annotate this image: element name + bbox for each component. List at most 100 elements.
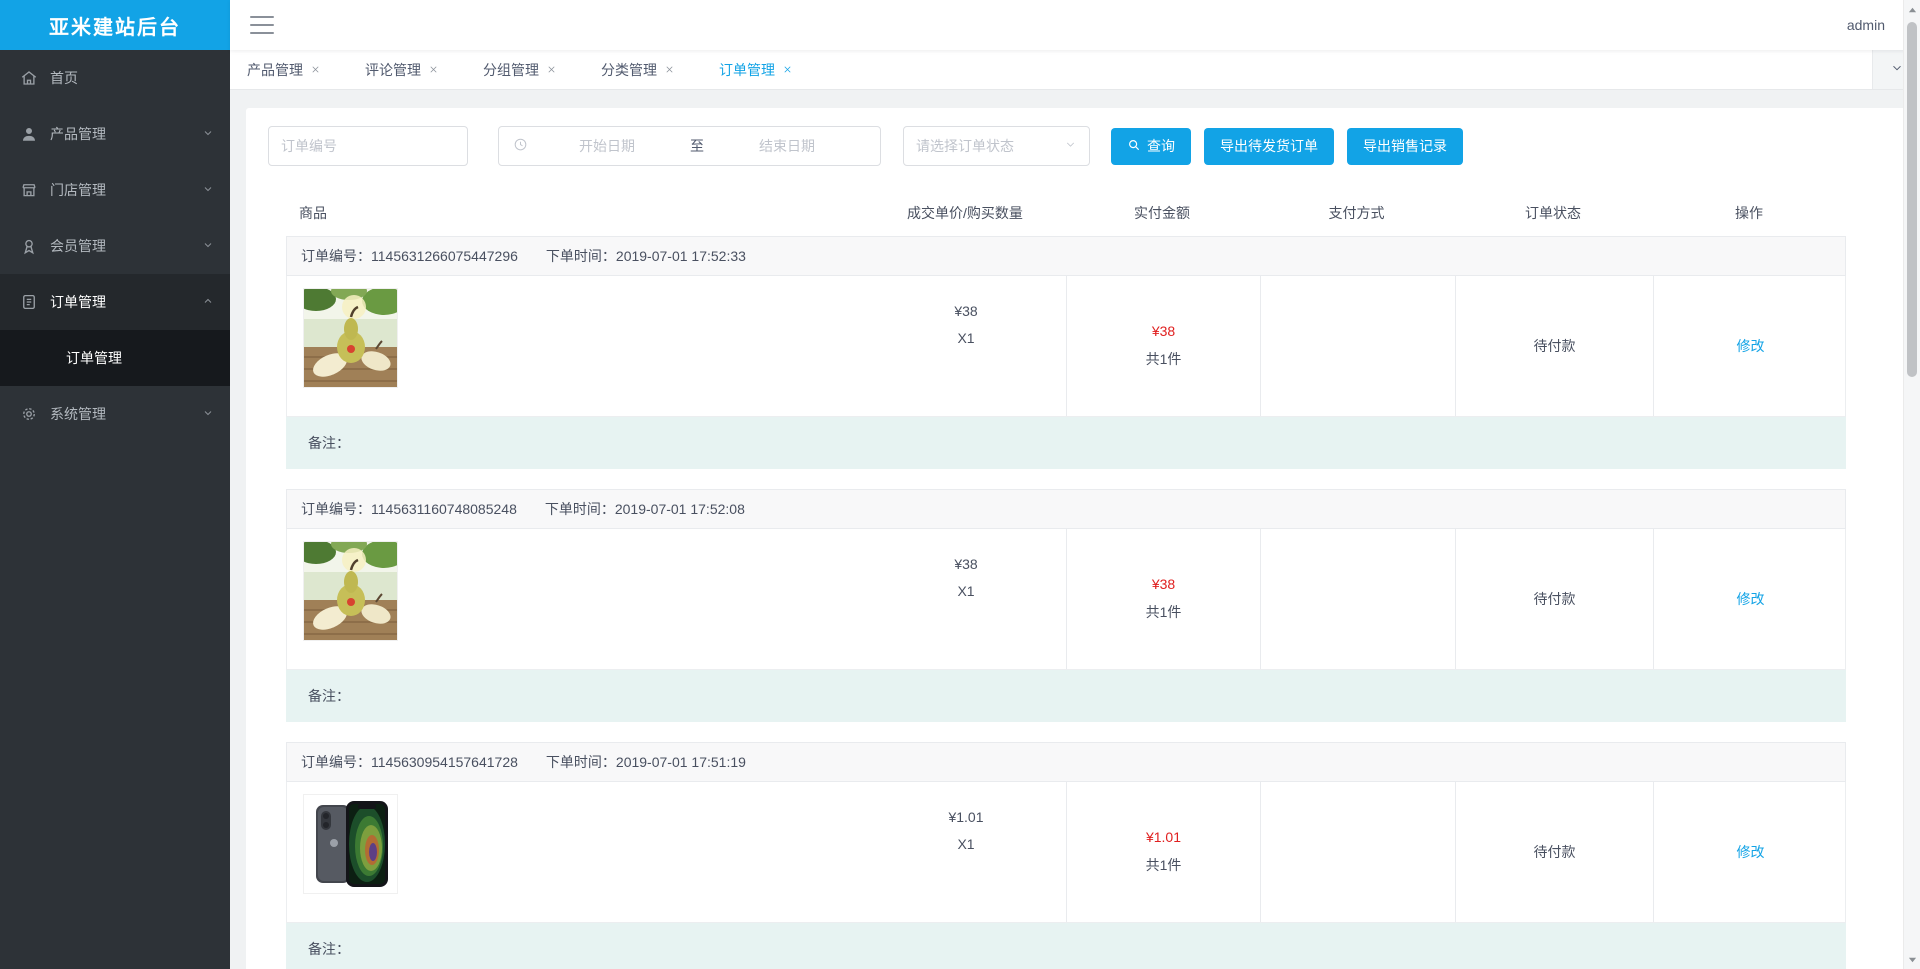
tab-label: 订单管理 [719,61,775,78]
order-group-header: 订单编号： 1145630954157641728 下单时间：2019-07-01… [286,742,1846,782]
scroll-up-icon[interactable] [1904,2,1920,18]
page-content: 开始日期 至 结束日期 请选择订单状态 查询 [230,90,1920,969]
sidebar-item-label: 订单管理 [50,294,106,310]
app-logo: 亚米建站后台 [0,0,230,50]
product-image-pear [303,541,398,641]
close-icon[interactable] [782,62,793,78]
scroll-down-icon[interactable] [1904,951,1920,967]
top-header: admin [230,0,1920,50]
col-header-unit-price-qty: 成交单价/购买数量 [907,205,1023,221]
search-icon [1127,138,1141,155]
tab-label: 分组管理 [483,61,539,78]
unit-price: ¥38 [954,303,978,319]
tab-label: 产品管理 [247,61,303,78]
tab-products[interactable]: 产品管理 [247,60,321,80]
end-date-field[interactable]: 结束日期 [708,136,866,156]
order-status-select[interactable]: 请选择订单状态 [903,126,1090,166]
scrollbar-thumb[interactable] [1907,22,1917,377]
close-icon[interactable] [428,62,439,78]
user-menu[interactable]: admin [1847,17,1885,33]
modify-link[interactable]: 修改 [1737,842,1765,862]
date-range-picker[interactable]: 开始日期 至 结束日期 [498,126,881,166]
select-placeholder: 请选择订单状态 [916,138,1014,154]
orders-table: 商品 成交单价/购买数量 实付金额 支付方式 订单状态 操作 订单编号： 1145… [286,190,1846,969]
tab-bar: 产品管理 评论管理 分组管理 分类管理 订单管理 [230,50,1920,90]
tab-label: 分类管理 [601,61,657,78]
order-row: ¥38 X1 ¥38 共1件 待付款 修改 [286,276,1846,417]
gear-icon [20,405,38,423]
date-separator: 至 [690,138,704,154]
sidebar-item-stores[interactable]: 门店管理 [0,162,230,218]
modify-link[interactable]: 修改 [1737,336,1765,356]
order-time-value: 2019-07-01 17:52:33 [615,248,746,264]
hamburger-icon[interactable] [250,16,274,34]
sidebar-item-members[interactable]: 会员管理 [0,218,230,274]
order-time-value: 2019-07-01 17:51:19 [615,754,746,770]
sidebar-item-products[interactable]: 产品管理 [0,106,230,162]
close-icon[interactable] [310,62,321,78]
order-block: 订单编号： 1145630954157641728 下单时间：2019-07-01… [286,742,1846,969]
order-time-label: 下单时间： [545,754,616,770]
close-icon[interactable] [664,62,675,78]
search-button[interactable]: 查询 [1111,127,1191,165]
col-header-product: 商品 [299,205,327,221]
product-image-pear [303,288,398,388]
total-pieces: 共1件 [1145,604,1182,620]
pay-method-cell [1260,529,1455,669]
order-no-value: 1145630954157641728 [371,754,518,770]
sidebar: 亚米建站后台 首页 产品管理 门店管理 会员管理 订单管理 订单管理 系统管理 [0,0,230,969]
order-status: 待付款 [1533,844,1576,860]
sidebar-item-system[interactable]: 系统管理 [0,386,230,442]
tab-comments[interactable]: 评论管理 [365,60,439,80]
tab-categories[interactable]: 分类管理 [601,60,675,80]
col-header-order-status: 订单状态 [1525,205,1581,221]
sidebar-item-label: 会员管理 [50,238,106,254]
export-pending-orders-button[interactable]: 导出待发货订单 [1204,127,1334,165]
modify-link[interactable]: 修改 [1737,589,1765,609]
col-header-action: 操作 [1735,205,1763,221]
order-row: ¥38 X1 ¥38 共1件 待付款 修改 [286,529,1846,670]
sidebar-item-orders[interactable]: 订单管理 [0,274,230,330]
order-icon [20,293,38,311]
sidebar-group-orders: 订单管理 订单管理 [0,274,230,386]
start-date-field[interactable]: 开始日期 [528,136,686,156]
chevron-up-icon [202,294,214,310]
orders-card: 开始日期 至 结束日期 请选择订单状态 查询 [246,108,1907,969]
order-no-value: 1145631160748085248 [371,501,517,517]
paid-amount: ¥38 [1151,576,1176,592]
sidebar-subitem-order-management[interactable]: 订单管理 [0,330,230,386]
paid-amount: ¥38 [1151,323,1176,339]
member-icon [20,237,38,255]
remark-row: 备注： [286,923,1846,969]
shop-icon [20,181,38,199]
col-header-paid-amount: 实付金额 [1134,205,1190,221]
order-time-value: 2019-07-01 17:52:08 [614,501,745,517]
export-sales-records-button[interactable]: 导出销售记录 [1347,127,1463,165]
sidebar-item-home[interactable]: 首页 [0,50,230,106]
order-time-label: 下单时间： [545,248,616,264]
order-status: 待付款 [1533,338,1576,354]
pay-method-cell [1260,276,1455,416]
tab-orders[interactable]: 订单管理 [719,60,793,80]
main-area: admin 产品管理 评论管理 分组管理 分类管理 订单管理 订单编号 开始日期… [230,0,1920,969]
quantity: X1 [957,583,975,599]
order-no-label: 订单编号： [301,754,371,770]
pay-method-cell [1260,782,1455,922]
order-no-value: 1145631266075447296 [371,248,518,264]
order-group-header: 订单编号： 1145631160748085248 下单时间：2019-07-01… [286,489,1846,529]
chevron-down-icon [1064,138,1077,154]
order-no-input[interactable] [268,126,468,166]
tab-groups[interactable]: 分组管理 [483,60,557,80]
user-icon [20,125,38,143]
chevron-down-icon [202,238,214,254]
sidebar-menu: 首页 产品管理 门店管理 会员管理 订单管理 订单管理 系统管理 [0,50,230,969]
sidebar-item-label: 系统管理 [50,406,106,422]
vertical-scrollbar[interactable] [1903,0,1920,969]
sidebar-item-label: 门店管理 [50,182,106,198]
product-image-iphone [303,794,398,894]
order-block: 订单编号： 1145631160748085248 下单时间：2019-07-01… [286,489,1846,722]
sidebar-item-label: 首页 [50,70,78,86]
close-icon[interactable] [546,62,557,78]
remark-row: 备注： [286,417,1846,469]
chevron-down-icon [202,406,214,422]
